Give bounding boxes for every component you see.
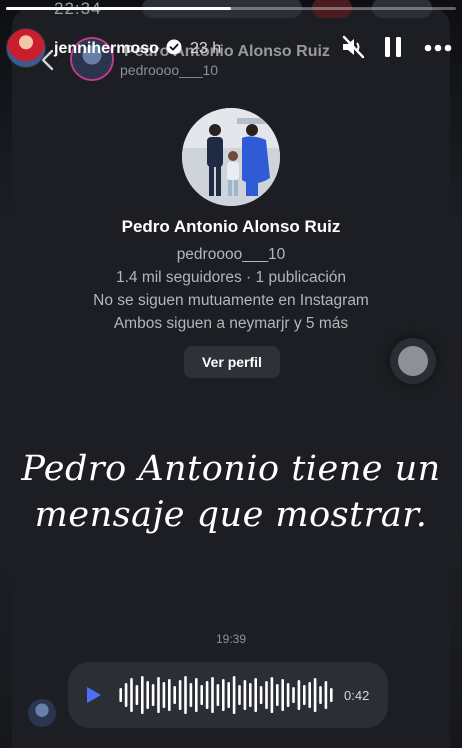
waveform-bar xyxy=(211,677,214,713)
waveform-bar xyxy=(157,677,160,713)
waveform-bar xyxy=(276,684,279,706)
story-progress-bar xyxy=(6,7,456,10)
voice-waveform[interactable] xyxy=(118,675,334,715)
waveform-bar xyxy=(270,677,274,713)
waveform-bar xyxy=(189,683,193,707)
waveform-bar xyxy=(303,685,306,705)
waveform-bar xyxy=(130,678,133,712)
profile-handle: pedroooo___10 xyxy=(176,246,286,263)
voice-message-bubble[interactable]: 0:42 xyxy=(68,662,388,728)
waveform-bar xyxy=(286,683,290,707)
play-icon[interactable] xyxy=(86,686,102,704)
profile-mutual-status: No se siguen mutuamente en Instagram xyxy=(93,292,369,309)
mute-icon[interactable] xyxy=(340,35,366,59)
profile-name: Pedro Antonio Alonso Ruiz xyxy=(121,217,341,236)
story-viewer: 22:34 Pedro Antonio Alonso Ruiz pedroooo… xyxy=(0,0,462,748)
waveform-bar xyxy=(238,685,241,705)
waveform-bar xyxy=(330,688,333,702)
more-icon[interactable] xyxy=(424,44,452,52)
waveform-bar xyxy=(324,681,328,709)
view-profile-button[interactable]: Ver perfil xyxy=(184,346,280,378)
waveform-bar xyxy=(178,680,182,710)
record-button[interactable] xyxy=(390,338,436,384)
overlay-line-1: Pedro Antonio tiene un xyxy=(21,449,441,489)
story-author-username[interactable]: jennihermoso xyxy=(54,40,159,58)
waveform-bar xyxy=(119,688,122,702)
waveform-bar xyxy=(292,687,295,703)
waveform-bar xyxy=(184,676,187,714)
waveform-bar xyxy=(281,679,284,711)
sender-avatar[interactable] xyxy=(28,699,56,727)
waveform-bar xyxy=(249,683,252,707)
waveform-bar xyxy=(141,676,144,714)
waveform-bar xyxy=(222,679,225,711)
waveform-bar xyxy=(151,684,155,706)
overlay-line-2: mensaje que mostrar. xyxy=(34,495,428,535)
waveform-bar xyxy=(308,682,311,708)
voice-duration: 0:42 xyxy=(344,688,370,703)
waveform-bar xyxy=(135,685,139,705)
waveform-bar xyxy=(162,682,166,708)
waveform-bar xyxy=(313,678,317,712)
chat-contact-handle: pedroooo___10 xyxy=(120,62,219,78)
profile-photo[interactable] xyxy=(182,108,280,206)
verified-icon xyxy=(166,39,182,55)
waveform-bar xyxy=(319,686,322,704)
waveform-bar xyxy=(297,680,301,710)
profile-stats: 1.4 mil seguidores · 1 publicación xyxy=(115,269,347,286)
waveform-bar xyxy=(205,681,209,709)
waveform-bar xyxy=(265,681,268,709)
record-button-icon xyxy=(398,346,428,376)
waveform-bar xyxy=(227,682,230,708)
profile-photo-image xyxy=(182,108,280,206)
waveform-bar xyxy=(200,685,203,705)
waveform-bar xyxy=(232,676,236,714)
story-time-ago: 23 h xyxy=(190,40,222,57)
waveform-bar xyxy=(195,678,198,712)
story-overlay-text: Pedro Antonio tiene un mensaje que mostr… xyxy=(0,446,462,538)
message-timestamp: 19:39 xyxy=(215,632,247,646)
waveform-bar xyxy=(259,686,263,704)
waveform-bar xyxy=(243,680,247,710)
waveform-bar xyxy=(168,679,171,711)
profile-followers-in-common: Ambos siguen a neymarjr y 5 más xyxy=(113,315,349,332)
waveform-bar xyxy=(146,681,149,709)
story-author-avatar[interactable] xyxy=(6,28,46,68)
pause-icon[interactable] xyxy=(384,36,402,58)
waveform-bar xyxy=(254,678,257,712)
story-progress-fill xyxy=(6,7,231,10)
waveform-bar xyxy=(124,683,128,707)
waveform-bar xyxy=(173,686,176,704)
waveform-bar xyxy=(216,684,220,706)
